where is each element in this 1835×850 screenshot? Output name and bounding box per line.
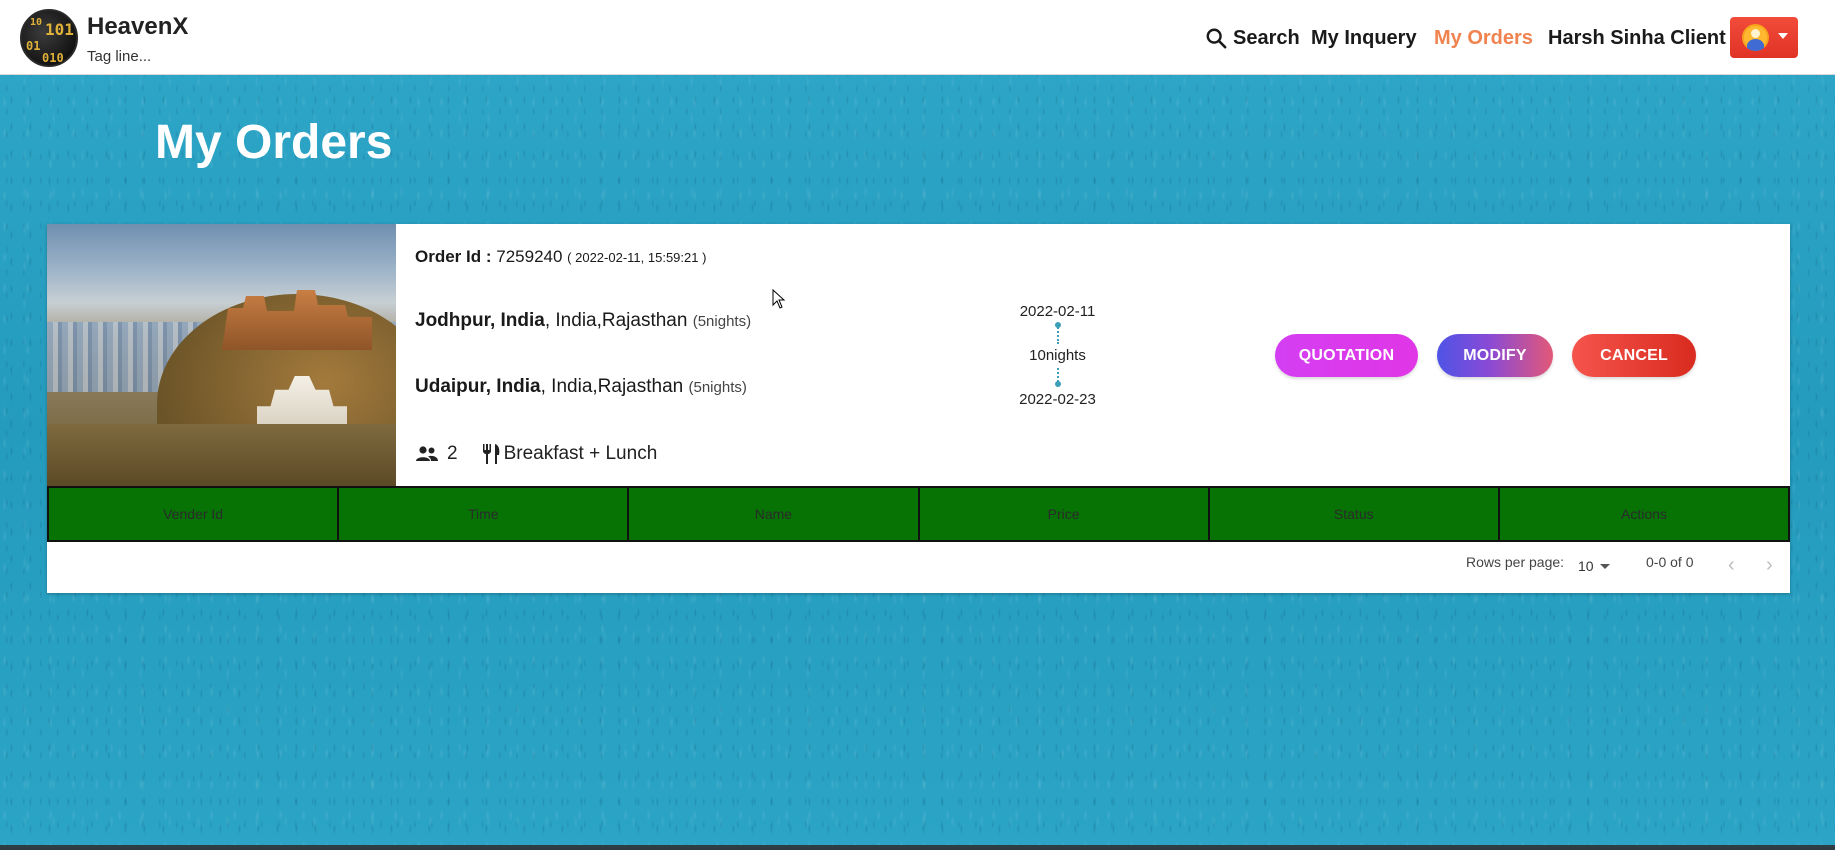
destination-image [47, 224, 396, 486]
destination-region: , India,Rajasthan [544, 310, 688, 331]
destination-nights: (5nights) [692, 313, 752, 330]
table-pagination: Rows per page: 10 0-0 of 0 ‹ › [47, 542, 1790, 593]
rows-per-page-select[interactable]: 10 [1578, 558, 1610, 574]
meal-plan: Breakfast + Lunch [503, 443, 658, 464]
next-page-icon[interactable]: › [1766, 555, 1773, 575]
timeline-connector [1057, 324, 1059, 344]
people-count: 2 [447, 443, 458, 464]
timeline-dot [1055, 381, 1061, 387]
pagination-range: 0-0 of 0 [1646, 554, 1694, 570]
order-id-label: Order Id : [415, 247, 492, 266]
dropdown-arrow-icon [1599, 563, 1610, 569]
rows-per-page-label: Rows per page: [1466, 554, 1565, 570]
modify-button[interactable]: MODIFY [1437, 334, 1553, 377]
column-header-name[interactable]: Name [629, 488, 920, 540]
nav-my-inquery[interactable]: My Inquery [1311, 24, 1417, 52]
vendor-table-header: Vender Id Time Name Price Status Actions [47, 486, 1790, 542]
destination-city: Jodhpur, India [415, 310, 545, 331]
column-header-vender-id[interactable]: Vender Id [49, 488, 340, 540]
destination-nights: (5nights) [688, 379, 747, 396]
trip-start-date: 2022-02-11 [1019, 303, 1096, 320]
destination-item: Jodhpur, India, India,Rajasthan (5nights… [415, 310, 751, 332]
order-timestamp: ( 2022-02-11, 15:59:21 ) [567, 250, 707, 265]
caret-down-icon [1778, 33, 1788, 39]
order-id: Order Id : 7259240 ( 2022-02-11, 15:59:2… [415, 247, 706, 267]
nav-search-label: Search [1233, 26, 1300, 49]
nav-search[interactable]: Search [1205, 24, 1300, 52]
destination-region: , India,Rajasthan [540, 376, 684, 397]
destination-item: Udaipur, India, India,Rajasthan (5nights… [415, 376, 747, 398]
destination-city: Udaipur, India [415, 376, 541, 397]
logo-digits: 01 [26, 39, 41, 53]
logo-digits: 101 [45, 20, 74, 39]
column-header-status[interactable]: Status [1210, 488, 1500, 540]
logo-digits: 10 [30, 17, 43, 28]
order-meta: 2 Breakfast + Lunch [415, 442, 657, 466]
brand-logo[interactable]: 101 01 010 10 [20, 9, 78, 67]
brand-name[interactable]: HeavenX [87, 13, 188, 41]
trip-duration: 10nights [1029, 347, 1086, 364]
trip-end-date: 2022-02-23 [1019, 391, 1096, 408]
people-icon [416, 446, 438, 461]
logo-digits: 010 [42, 51, 64, 65]
user-menu-button[interactable] [1730, 17, 1798, 58]
column-header-time[interactable]: Time [339, 488, 630, 540]
search-icon [1206, 28, 1227, 49]
cutlery-icon [482, 444, 499, 464]
bottom-edge [0, 845, 1835, 850]
rows-per-page-value: 10 [1578, 558, 1594, 574]
page-title: My Orders [155, 116, 393, 169]
nav-my-orders[interactable]: My Orders [1434, 24, 1533, 52]
mouse-cursor-icon [772, 289, 786, 309]
cancel-button[interactable]: CANCEL [1572, 334, 1696, 377]
previous-page-icon[interactable]: ‹ [1728, 555, 1735, 575]
avatar [1742, 24, 1769, 51]
column-header-actions[interactable]: Actions [1500, 488, 1788, 540]
order-id-value: 7259240 [496, 247, 563, 266]
top-navbar: 101 01 010 10 HeavenX Tag line... Search… [0, 0, 1835, 75]
brand-tagline: Tag line... [87, 48, 152, 65]
nav-user-name[interactable]: Harsh Sinha Client [1548, 24, 1726, 52]
column-header-price[interactable]: Price [920, 488, 1210, 540]
quotation-button[interactable]: QUOTATION [1275, 334, 1418, 377]
